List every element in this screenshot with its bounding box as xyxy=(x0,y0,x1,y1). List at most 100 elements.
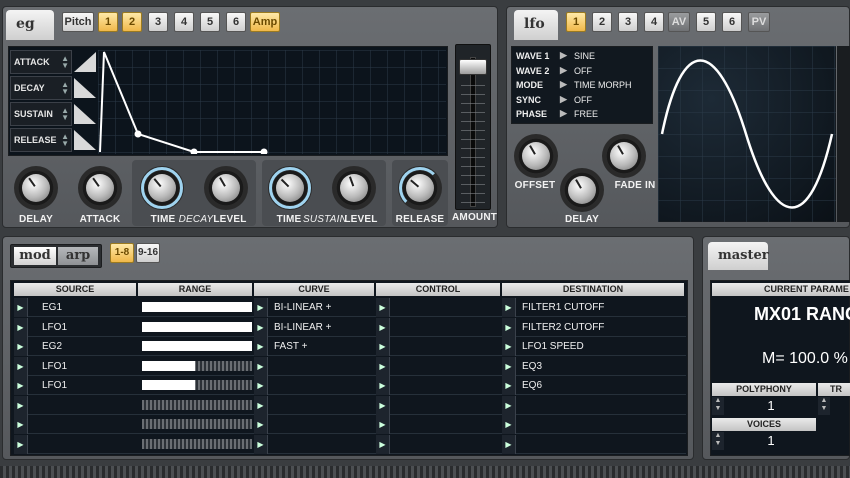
eg-button-5[interactable]: 5 xyxy=(200,12,220,32)
destination-select-icon[interactable]: ▶ xyxy=(502,395,516,415)
source-cell[interactable]: EG2 xyxy=(42,337,138,356)
curve-cell[interactable]: FAST + xyxy=(274,337,374,356)
control-select-icon[interactable]: ▶ xyxy=(376,317,390,337)
range-bar[interactable] xyxy=(142,399,252,410)
control-cell[interactable] xyxy=(394,376,498,395)
release-knob[interactable] xyxy=(398,166,442,210)
control-select-icon[interactable]: ▶ xyxy=(376,415,390,434)
decay-time-knob[interactable] xyxy=(140,166,184,210)
env-row-attack[interactable]: ATTACK ▲ ▼ xyxy=(10,50,72,74)
control-select-icon[interactable]: ▶ xyxy=(376,337,390,356)
delay-knob[interactable] xyxy=(14,166,58,210)
sustain-time-knob[interactable] xyxy=(268,166,312,210)
range-bar[interactable] xyxy=(142,438,252,449)
lfo-delay-knob[interactable] xyxy=(560,168,604,212)
curve-cell[interactable]: BI-LINEAR + xyxy=(274,318,374,337)
destination-cell[interactable]: EQ3 xyxy=(522,357,682,376)
control-select-icon[interactable]: ▶ xyxy=(376,395,390,415)
amount-slider-handle[interactable] xyxy=(459,59,487,75)
destination-select-icon[interactable]: ▶ xyxy=(502,415,516,434)
eg-button-6[interactable]: 6 xyxy=(226,12,246,32)
lfo-button-5[interactable]: 5 xyxy=(696,12,716,32)
range-bar[interactable] xyxy=(142,380,252,390)
curve-select-icon[interactable]: ▶ xyxy=(254,434,268,454)
source-cell[interactable]: LFO1 xyxy=(42,376,138,395)
control-cell[interactable] xyxy=(394,318,498,337)
fade-in-knob[interactable] xyxy=(602,134,646,178)
curve-cell[interactable] xyxy=(274,376,374,395)
curve-select-icon[interactable]: ▶ xyxy=(254,317,268,337)
lfo-button-av[interactable]: AV xyxy=(668,12,690,32)
page-9-16-button[interactable]: 9-16 xyxy=(136,243,160,263)
lfo-button-2[interactable]: 2 xyxy=(592,12,612,32)
right-arrow-icon[interactable]: ▶ xyxy=(560,79,567,90)
range-bar[interactable] xyxy=(142,302,252,312)
env-row-sustain[interactable]: SUSTAIN ▲ ▼ xyxy=(10,102,72,126)
destination-select-icon[interactable]: ▶ xyxy=(502,317,516,337)
source-cell[interactable]: LFO1 xyxy=(42,357,138,376)
lfo-param-row[interactable]: WAVE 2 ▶ OFF xyxy=(514,65,650,79)
range-bar[interactable] xyxy=(142,360,252,371)
curve-select-icon[interactable]: ▶ xyxy=(254,356,268,376)
eg-button-1[interactable]: 1 xyxy=(98,12,118,32)
updown-arrows-icon[interactable]: ▲ ▼ xyxy=(61,133,69,148)
control-select-icon[interactable]: ▶ xyxy=(376,434,390,454)
control-cell[interactable] xyxy=(394,396,498,415)
destination-select-icon[interactable]: ▶ xyxy=(502,376,516,395)
attack-knob[interactable] xyxy=(78,166,122,210)
decay-level-knob[interactable] xyxy=(204,166,248,210)
amount-slider-track[interactable] xyxy=(455,44,491,210)
source-cell[interactable]: LFO1 xyxy=(42,318,138,337)
voices-value[interactable]: 1 xyxy=(726,432,816,450)
right-arrow-icon[interactable]: ▶ xyxy=(560,50,567,61)
decay-point[interactable] xyxy=(134,130,142,138)
lfo-button-pv[interactable]: PV xyxy=(748,12,770,32)
curve-cell[interactable] xyxy=(274,415,374,434)
destination-cell[interactable]: EQ6 xyxy=(522,376,682,395)
control-cell[interactable] xyxy=(394,298,498,317)
right-arrow-icon[interactable]: ▶ xyxy=(560,65,567,76)
arp-tab[interactable]: arp xyxy=(58,247,98,265)
source-select-icon[interactable]: ▶ xyxy=(14,356,28,376)
curve-cell[interactable] xyxy=(274,396,374,415)
destination-cell[interactable] xyxy=(522,415,682,434)
updown-arrows-icon[interactable]: ▲ ▼ xyxy=(61,55,69,70)
eg-tab[interactable]: eg xyxy=(6,10,54,40)
control-cell[interactable] xyxy=(394,357,498,376)
master-tab[interactable]: master xyxy=(708,242,769,270)
lfo-param-row[interactable]: SYNC ▶ OFF xyxy=(514,94,650,108)
source-select-icon[interactable]: ▶ xyxy=(14,337,28,356)
destination-cell[interactable]: FILTER1 CUTOFF xyxy=(522,298,682,317)
control-select-icon[interactable]: ▶ xyxy=(376,376,390,395)
polyphony-stepper[interactable]: ▲ ▼ xyxy=(712,397,724,415)
source-cell[interactable] xyxy=(42,435,138,454)
lfo-button-6[interactable]: 6 xyxy=(722,12,742,32)
right-arrow-icon[interactable]: ▶ xyxy=(560,108,567,119)
lfo-param-row[interactable]: WAVE 1 ▶ SINE xyxy=(514,50,650,64)
control-cell[interactable] xyxy=(394,415,498,434)
source-cell[interactable] xyxy=(42,396,138,415)
source-select-icon[interactable]: ▶ xyxy=(14,376,28,395)
curve-select-icon[interactable]: ▶ xyxy=(254,376,268,395)
page-1-8-button[interactable]: 1-8 xyxy=(110,243,134,263)
polyphony-value[interactable]: 1 xyxy=(726,397,816,415)
offset-knob[interactable] xyxy=(514,134,558,178)
lfo-button-3[interactable]: 3 xyxy=(618,12,638,32)
lfo-button-1[interactable]: 1 xyxy=(566,12,586,32)
curve-cell[interactable] xyxy=(274,435,374,454)
eg-button-3[interactable]: 3 xyxy=(148,12,168,32)
control-cell[interactable] xyxy=(394,337,498,356)
lfo-tab[interactable]: lfo xyxy=(514,10,558,40)
curve-select-icon[interactable]: ▶ xyxy=(254,415,268,434)
lfo-param-row[interactable]: MODE ▶ TIME MORPH xyxy=(514,79,650,93)
lfo-param-row[interactable]: PHASE ▶ FREE xyxy=(514,108,650,122)
destination-select-icon[interactable]: ▶ xyxy=(502,434,516,454)
eg-button-4[interactable]: 4 xyxy=(174,12,194,32)
curve-cell[interactable]: BI-LINEAR + xyxy=(274,298,374,317)
source-select-icon[interactable]: ▶ xyxy=(14,298,28,317)
control-cell[interactable] xyxy=(394,435,498,454)
range-bar[interactable] xyxy=(142,321,252,332)
eg-button-pitch[interactable]: Pitch xyxy=(62,12,94,32)
destination-select-icon[interactable]: ▶ xyxy=(502,337,516,356)
env-row-release[interactable]: RELEASE ▲ ▼ xyxy=(10,128,72,152)
